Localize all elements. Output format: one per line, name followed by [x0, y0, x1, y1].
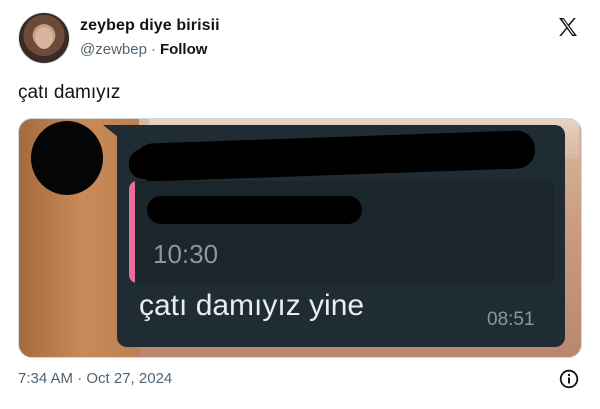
tweet-timestamp[interactable]: 7:34 AM · Oct 27, 2024 [18, 370, 172, 387]
x-logo-icon[interactable] [556, 15, 580, 39]
separator: · [150, 41, 156, 58]
tweet-text: çatı damıyız [18, 82, 121, 103]
redaction-mark [147, 196, 362, 224]
redacted-avatar [31, 121, 103, 195]
tweet-card: zeybep diye birisii @zewbep · Follow çatı … [0, 0, 600, 409]
redaction-mark [129, 149, 219, 179]
chat-message-text: çatı damıyız yine [139, 289, 365, 322]
tweet-media-image[interactable]: 10:30 çatı damıyız yine 08:51 [18, 118, 582, 358]
chat-message-time: 08:51 [487, 309, 535, 330]
follow-button[interactable]: Follow [160, 41, 208, 58]
info-icon[interactable] [559, 369, 579, 389]
avatar-face [35, 27, 53, 49]
quoted-message-time: 10:30 [153, 239, 219, 269]
author-handle-row: @zewbep · Follow [80, 41, 207, 58]
avatar[interactable] [18, 12, 70, 64]
author-display-name[interactable]: zeybep diye birisii [80, 17, 220, 35]
quoted-message: 10:30 [129, 181, 555, 283]
quote-accent-bar [129, 181, 135, 283]
author-handle[interactable]: @zewbep [80, 41, 147, 58]
